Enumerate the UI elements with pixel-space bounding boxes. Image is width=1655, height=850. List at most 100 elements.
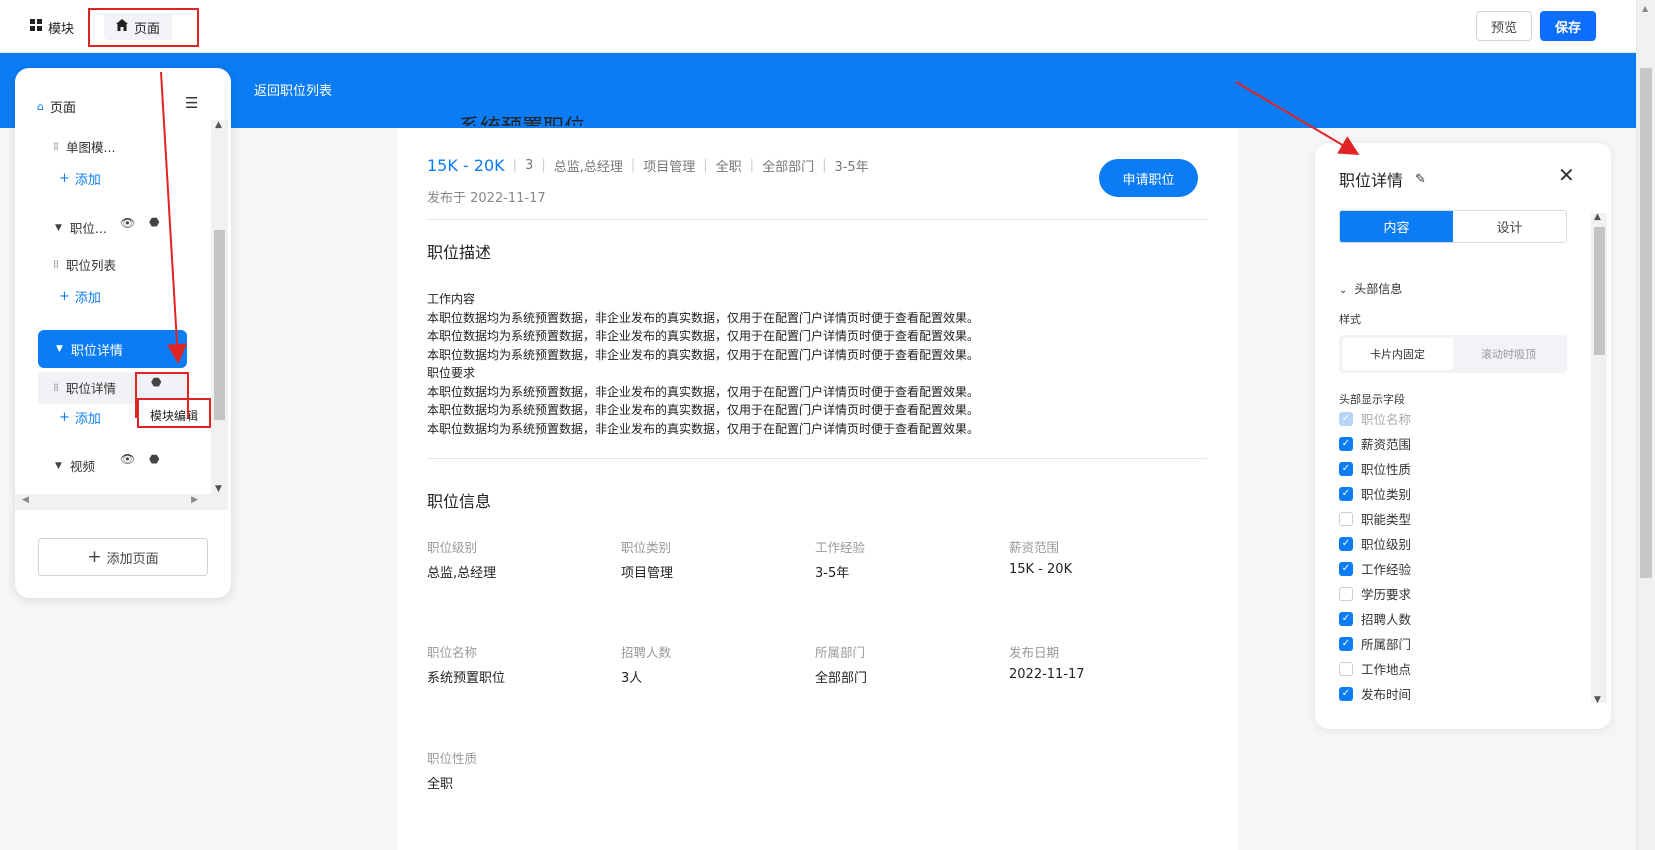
scrollbar-thumb[interactable] [214, 230, 225, 420]
edit-pen-icon[interactable]: ✎ [1415, 172, 1426, 187]
salary-range: 15K - 20K [427, 156, 505, 175]
settings-scrollbar[interactable]: ▲ ▼ [1591, 212, 1607, 705]
gear-icon[interactable]: ⬣ [149, 215, 159, 229]
preview-button[interactable]: 预览 [1476, 11, 1532, 41]
field-checkbox[interactable]: ✓ 招聘人数 [1339, 609, 1411, 628]
page-structure-panel: ⌂ 页面 ☰ ⁞⁞ 单图模... + 添加 ▼ 职位... 👁 ⬣ ⁞⁞ 职位列… [15, 68, 231, 598]
drag-handle-icon[interactable]: ⁞⁞ [53, 258, 59, 271]
info-cell: 工作经验 3-5年 [815, 537, 1005, 581]
module-item-single-image[interactable]: ⁞⁞ 单图模... [53, 137, 115, 156]
collapse-panel-icon[interactable]: ☰ [185, 94, 198, 112]
scroll-right-icon[interactable]: ▶ [191, 495, 198, 505]
apply-job-button[interactable]: 申请职位 [1099, 159, 1198, 197]
divider [427, 219, 1207, 220]
experience: 3-5年 [834, 160, 869, 175]
header-style-toggle: 卡片内固定 滚动时吸顶 [1339, 335, 1567, 373]
scroll-left-icon[interactable]: ◀ [22, 495, 29, 505]
scroll-up-icon: ▲ [1642, 4, 1649, 13]
add-page-button[interactable]: + 添加页面 [38, 538, 208, 576]
field-checkbox[interactable]: 职能类型 [1339, 509, 1411, 528]
caret-down-icon[interactable]: ▼ [55, 461, 62, 471]
annotation-box-gear [135, 372, 189, 418]
field-checkbox[interactable]: ✓ 职位类别 [1339, 484, 1411, 503]
scroll-up-icon[interactable]: ▲ [215, 120, 222, 130]
checkbox-unchecked[interactable] [1339, 511, 1353, 526]
close-icon[interactable]: ✕ [1558, 163, 1575, 187]
job-category: 项目管理 [643, 160, 696, 175]
field-checkbox[interactable]: 学历要求 [1339, 584, 1411, 603]
scrollbar-thumb[interactable] [1594, 227, 1605, 355]
header-info-group[interactable]: ⌄ 头部信息 [1339, 280, 1402, 297]
add-module-button[interactable]: + 添加 [59, 287, 101, 306]
group-label: 职位详情 [70, 343, 123, 359]
module-group-job-detail[interactable]: ▼ 职位详情 [38, 330, 187, 368]
style-fixed-option[interactable]: 卡片内固定 [1342, 338, 1453, 370]
drag-handle-icon[interactable]: ⁞⁞ [53, 140, 59, 153]
settings-title-label: 职位详情 [1339, 171, 1404, 190]
checkbox-unchecked[interactable] [1339, 586, 1353, 601]
add-module-button[interactable]: + 添加 [59, 408, 101, 427]
info-label: 所属部门 [815, 645, 866, 660]
page-scrollbar[interactable]: ▲ [1636, 0, 1655, 850]
module-item-label: 职位列表 [66, 258, 117, 273]
info-label: 职位类别 [621, 540, 672, 555]
checkbox-checked[interactable]: ✓ [1339, 461, 1353, 476]
info-value: 3人 [621, 671, 643, 686]
checkbox-label: 工作经验 [1361, 562, 1412, 577]
checkbox-checked[interactable]: ✓ [1339, 486, 1353, 501]
checkbox-label: 所属部门 [1361, 637, 1412, 652]
caret-down-icon[interactable]: ▼ [56, 344, 63, 354]
add-page-label: 添加页面 [106, 551, 159, 567]
module-item-job-detail[interactable]: ⁞⁞ 职位详情 [53, 378, 116, 397]
field-checkbox[interactable]: ✓ 职位性质 [1339, 459, 1411, 478]
caret-down-icon[interactable]: ▼ [55, 223, 62, 233]
checkbox-checked[interactable]: ✓ [1339, 611, 1353, 626]
info-value: 项目管理 [621, 566, 674, 581]
checkbox-checked[interactable]: ✓ [1339, 436, 1353, 451]
plus-icon: + [59, 410, 70, 425]
page-scrollbar-thumb[interactable] [1640, 68, 1652, 578]
scroll-down-icon[interactable]: ▼ [215, 484, 222, 494]
checkbox-checked[interactable]: ✓ [1339, 636, 1353, 651]
headcount: 3 [525, 158, 534, 173]
field-checkbox[interactable]: 工作地点 [1339, 659, 1411, 678]
field-checkbox[interactable]: ✓ 发布时间 [1339, 684, 1411, 703]
module-group-job[interactable]: ▼ 职位... [55, 218, 107, 237]
tab-content[interactable]: 内容 [1340, 211, 1453, 242]
checkbox-label: 薪资范围 [1361, 437, 1412, 452]
tab-blocks[interactable]: 模块 [30, 14, 74, 40]
scroll-down-icon[interactable]: ▼ [1594, 695, 1601, 705]
info-value: 15K - 20K [1009, 562, 1073, 577]
tab-design[interactable]: 设计 [1453, 211, 1566, 242]
desc-line: 职位要求 [427, 366, 476, 380]
checkbox-checked[interactable]: ✓ [1339, 561, 1353, 576]
plus-icon: + [87, 547, 102, 567]
desc-line: 本职位数据均为系统预置数据，非企业发布的真实数据，仅用于在配置门户详情页时便于查… [427, 403, 980, 417]
eye-icon[interactable]: 👁 [120, 216, 135, 230]
field-checkbox: ✓ 职位名称 [1339, 409, 1411, 428]
module-tree-scrollbar[interactable]: ▲ ▼ [211, 120, 228, 494]
info-value: 全职 [427, 777, 454, 792]
field-checkbox[interactable]: ✓ 工作经验 [1339, 559, 1411, 578]
field-checkbox[interactable]: ✓ 职位级别 [1339, 534, 1411, 553]
back-to-job-list-link[interactable]: 返回职位列表 [254, 80, 332, 99]
checkbox-checked[interactable]: ✓ [1339, 536, 1353, 551]
scroll-up-icon[interactable]: ▲ [1594, 212, 1601, 222]
add-module-button[interactable]: + 添加 [59, 169, 101, 188]
module-item-job-list[interactable]: ⁞⁞ 职位列表 [53, 255, 116, 274]
style-sticky-option[interactable]: 滚动时吸顶 [1453, 338, 1564, 370]
gear-icon[interactable]: ⬣ [149, 452, 159, 466]
settings-title: 职位详情 ✎ [1339, 167, 1426, 191]
save-button[interactable]: 保存 [1540, 11, 1596, 41]
module-tree-hscrollbar[interactable]: ◀ ▶ [15, 494, 228, 510]
drag-handle-icon[interactable]: ⁞⁞ [53, 381, 59, 394]
field-checkbox[interactable]: ✓ 薪资范围 [1339, 434, 1411, 453]
checkbox-checked[interactable]: ✓ [1339, 686, 1353, 701]
field-checkbox[interactable]: ✓ 所属部门 [1339, 634, 1411, 653]
eye-icon[interactable]: 👁 [120, 452, 135, 466]
top-bar: 模块 页面 预览 保存 [0, 0, 1636, 53]
job-summary-line: 15K - 20K | 3 | 总监,总经理 | 项目管理 | 全职 | 全部部门 | 3-… [427, 156, 869, 175]
checkbox-unchecked[interactable] [1339, 661, 1353, 676]
module-group-video[interactable]: ▼ 视频 [55, 456, 95, 475]
module-item-label: 职位详情 [66, 381, 117, 396]
